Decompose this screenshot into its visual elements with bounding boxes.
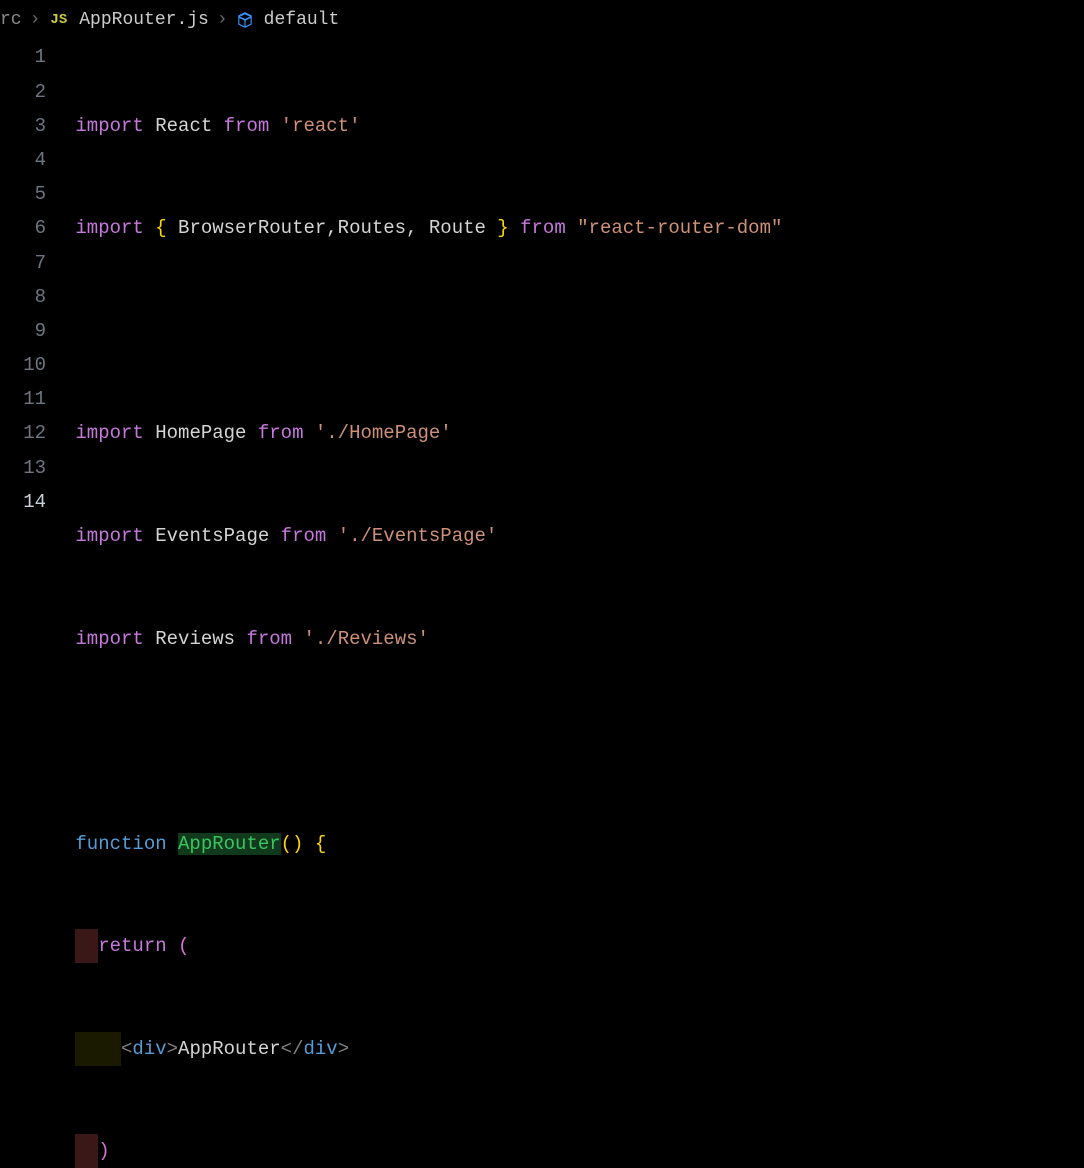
breadcrumb-file[interactable]: JS AppRouter.js bbox=[48, 4, 208, 36]
breadcrumb-folder[interactable]: rc bbox=[0, 4, 22, 36]
code-line[interactable]: ) bbox=[64, 1134, 1084, 1168]
breadcrumb: rc › JS AppRouter.js › default bbox=[0, 0, 1084, 40]
code-area[interactable]: import React from 'react' import { Brows… bbox=[64, 40, 1084, 1168]
line-number-gutter: 1 2 3 4 5 6 7 8 9 10 11 12 13 14 bbox=[0, 40, 64, 1168]
line-number: 2 bbox=[0, 75, 46, 109]
line-number: 6 bbox=[0, 211, 46, 245]
symbol-icon bbox=[236, 11, 254, 29]
line-number: 1 bbox=[0, 40, 46, 74]
line-number: 10 bbox=[0, 348, 46, 382]
js-file-icon: JS bbox=[48, 8, 69, 33]
chevron-right-icon: › bbox=[217, 4, 228, 36]
code-editor[interactable]: 1 2 3 4 5 6 7 8 9 10 11 12 13 14 import … bbox=[0, 40, 1084, 1168]
breadcrumb-symbol[interactable]: default bbox=[236, 4, 340, 36]
code-line[interactable] bbox=[64, 724, 1084, 758]
code-line[interactable]: return ( bbox=[64, 929, 1084, 963]
line-number: 9 bbox=[0, 314, 46, 348]
code-line[interactable]: import EventsPage from './EventsPage' bbox=[64, 519, 1084, 553]
line-number: 13 bbox=[0, 451, 46, 485]
line-number: 12 bbox=[0, 416, 46, 450]
code-line[interactable]: <div>AppRouter</div> bbox=[64, 1032, 1084, 1066]
line-number: 3 bbox=[0, 109, 46, 143]
code-line[interactable]: import HomePage from './HomePage' bbox=[64, 416, 1084, 450]
code-line[interactable] bbox=[64, 314, 1084, 348]
line-number: 7 bbox=[0, 246, 46, 280]
line-number: 14 bbox=[0, 485, 46, 519]
line-number: 11 bbox=[0, 382, 46, 416]
code-line[interactable]: import Reviews from './Reviews' bbox=[64, 622, 1084, 656]
chevron-right-icon: › bbox=[30, 4, 41, 36]
breadcrumb-symbol-label: default bbox=[264, 4, 340, 36]
line-number: 5 bbox=[0, 177, 46, 211]
code-line[interactable]: function AppRouter() { bbox=[64, 827, 1084, 861]
breadcrumb-file-label: AppRouter.js bbox=[79, 4, 209, 36]
code-line[interactable]: import { BrowserRouter,Routes, Route } f… bbox=[64, 211, 1084, 245]
code-line[interactable]: import React from 'react' bbox=[64, 109, 1084, 143]
line-number: 8 bbox=[0, 280, 46, 314]
line-number: 4 bbox=[0, 143, 46, 177]
